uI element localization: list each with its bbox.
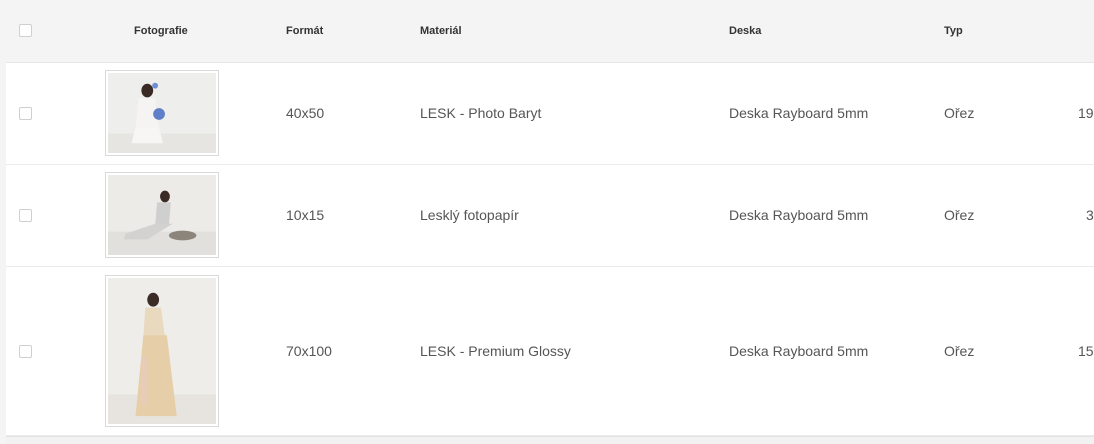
photo-thumbnail[interactable] — [105, 70, 219, 156]
column-header-format[interactable]: Formát — [286, 25, 323, 37]
woman-reclining-photo-icon — [108, 175, 216, 255]
row-material: LESK - Premium Glossy — [420, 343, 571, 359]
column-header-type[interactable]: Typ — [944, 25, 963, 37]
row-material: LESK - Photo Baryt — [420, 105, 542, 121]
row-select-checkbox[interactable] — [19, 345, 32, 358]
row-material: Lesklý fotopapír — [420, 207, 519, 223]
row-type: Ořez — [944, 207, 975, 223]
row-quantity: 19 — [1078, 105, 1094, 121]
row-board: Deska Rayboard 5mm — [729, 105, 869, 121]
photo-thumbnail[interactable] — [105, 275, 219, 427]
table-row: 70x100 LESK - Premium Glossy Deska Raybo… — [6, 267, 1094, 436]
row-select-checkbox[interactable] — [19, 209, 32, 222]
column-header-photo[interactable]: Fotografie — [134, 25, 188, 37]
row-quantity: 3 — [1086, 207, 1094, 223]
column-header-material[interactable]: Materiál — [420, 25, 462, 37]
row-select-checkbox[interactable] — [19, 107, 32, 120]
table-row: 10x15 Lesklý fotopapír Deska Rayboard 5m… — [6, 165, 1094, 267]
woman-standing-photo-icon — [108, 278, 216, 424]
photo-thumbnail[interactable] — [105, 172, 219, 258]
row-type: Ořez — [944, 105, 975, 121]
column-header-board[interactable]: Deska — [729, 25, 761, 37]
table-row: 40x50 LESK - Photo Baryt Deska Rayboard … — [6, 63, 1094, 165]
row-format: 10x15 — [286, 207, 325, 223]
woman-sitting-photo-icon — [108, 73, 216, 153]
row-type: Ořez — [944, 343, 975, 359]
select-all-checkbox[interactable] — [19, 24, 32, 37]
order-items-table: Fotografie Formát Materiál Deska Typ 40x… — [0, 0, 1094, 444]
row-quantity: 15 — [1078, 343, 1094, 359]
row-format: 70x100 — [286, 343, 332, 359]
table-footer-edge — [6, 436, 1094, 444]
table-header: Fotografie Formát Materiál Deska Typ — [6, 0, 1094, 63]
row-board: Deska Rayboard 5mm — [729, 343, 869, 359]
row-board: Deska Rayboard 5mm — [729, 207, 869, 223]
row-format: 40x50 — [286, 105, 325, 121]
